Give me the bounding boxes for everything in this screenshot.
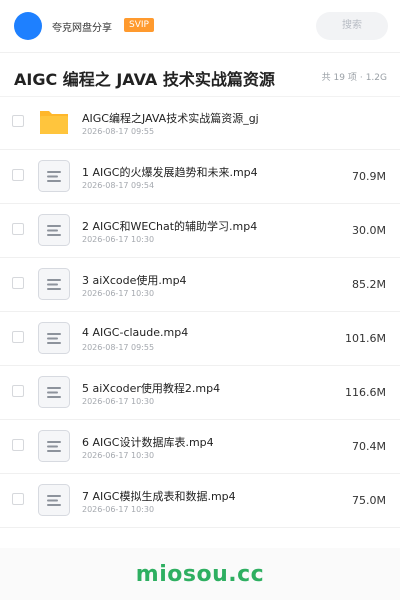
row-checkbox[interactable] [12, 169, 24, 181]
meta-separator: · [359, 73, 363, 83]
file-name[interactable]: 1 AIGC的火爆发展趋势和未来.mp4 [82, 164, 258, 180]
file-date: 2026-06-17 10:30 [82, 235, 155, 244]
file-name[interactable]: 7 AIGC模拟生成表和数据.mp4 [82, 488, 236, 504]
avatar[interactable] [14, 12, 42, 40]
file-date: 2026-06-17 10:30 [82, 505, 155, 514]
file-size: 70.9M [352, 170, 386, 183]
top-bar: 夸克网盘分享 SVIP 搜索 [0, 0, 400, 52]
search-input[interactable]: 搜索 [316, 12, 388, 40]
file-row[interactable]: 2 AIGC和WEChat的辅助学习.mp4 2026-06-17 10:30 30… [0, 204, 400, 258]
video-file-icon [38, 430, 70, 462]
file-name[interactable]: 6 AIGC设计数据库表.mp4 [82, 434, 214, 450]
video-file-icon [38, 214, 70, 246]
row-checkbox[interactable] [12, 493, 24, 505]
file-name[interactable]: 3 aiXcode使用.mp4 [82, 272, 187, 288]
video-file-icon [38, 322, 70, 354]
file-date: 2026-08-17 09:55 [82, 343, 155, 352]
file-size: 116.6M [345, 386, 386, 399]
folder-meta: 共 19 项 · 1.2G [319, 70, 387, 83]
page-title: AIGC 编程之 JAVA 技术实战篇资源 [14, 70, 275, 89]
row-checkbox[interactable] [12, 331, 24, 343]
file-row[interactable]: 1 AIGC的火爆发展趋势和未来.mp4 2026-08-17 09:54 70.9… [0, 150, 400, 204]
share-name: 夸克网盘分享 [52, 23, 112, 34]
video-file-icon [38, 484, 70, 516]
file-name[interactable]: AIGC编程之JAVA技术实战篇资源_gj [82, 110, 259, 126]
file-row[interactable]: 6 AIGC设计数据库表.mp4 2026-06-17 10:30 70.4M [0, 420, 400, 474]
file-size: 30.0M [352, 224, 386, 237]
row-checkbox[interactable] [12, 115, 24, 127]
file-date: 2026-08-17 09:55 [82, 127, 155, 136]
header-divider [0, 52, 400, 53]
file-name[interactable]: 4 AIGC-claude.mp4 [82, 326, 188, 339]
file-row[interactable]: 3 aiXcode使用.mp4 2026-06-17 10:30 85.2M [0, 258, 400, 312]
video-file-icon [38, 268, 70, 300]
row-checkbox[interactable] [12, 439, 24, 451]
file-date: 2026-06-17 10:30 [82, 397, 155, 406]
video-file-icon [38, 376, 70, 408]
total-size: 1.2G [365, 73, 387, 83]
file-row[interactable]: 5 aiXcoder使用教程2.mp4 2026-06-17 10:30 116.6… [0, 366, 400, 420]
file-row[interactable]: 4 AIGC-claude.mp4 2026-08-17 09:55 101.6M [0, 312, 400, 366]
file-row[interactable]: 7 AIGC模拟生成表和数据.mp4 2026-06-17 10:30 75.0M [0, 474, 400, 528]
file-date: 2026-06-17 10:30 [82, 289, 155, 298]
file-size: 75.0M [352, 494, 386, 507]
item-count: 共 19 项 [321, 73, 357, 83]
file-name[interactable]: 2 AIGC和WEChat的辅助学习.mp4 [82, 218, 257, 234]
file-size: 85.2M [352, 278, 386, 291]
watermark: miosou.cc [135, 562, 265, 587]
row-checkbox[interactable] [12, 385, 24, 397]
video-file-icon [38, 160, 70, 192]
row-checkbox[interactable] [12, 223, 24, 235]
file-size: 101.6M [345, 332, 386, 345]
svip-badge: SVIP [124, 18, 154, 32]
folder-icon [38, 106, 70, 138]
file-name[interactable]: 5 aiXcoder使用教程2.mp4 [82, 380, 220, 396]
folder-row[interactable]: AIGC编程之JAVA技术实战篇资源_gj 2026-08-17 09:55 [0, 96, 400, 150]
file-size: 70.4M [352, 440, 386, 453]
row-checkbox[interactable] [12, 277, 24, 289]
file-date: 2026-06-17 10:30 [82, 451, 155, 460]
file-date: 2026-08-17 09:54 [82, 181, 155, 190]
